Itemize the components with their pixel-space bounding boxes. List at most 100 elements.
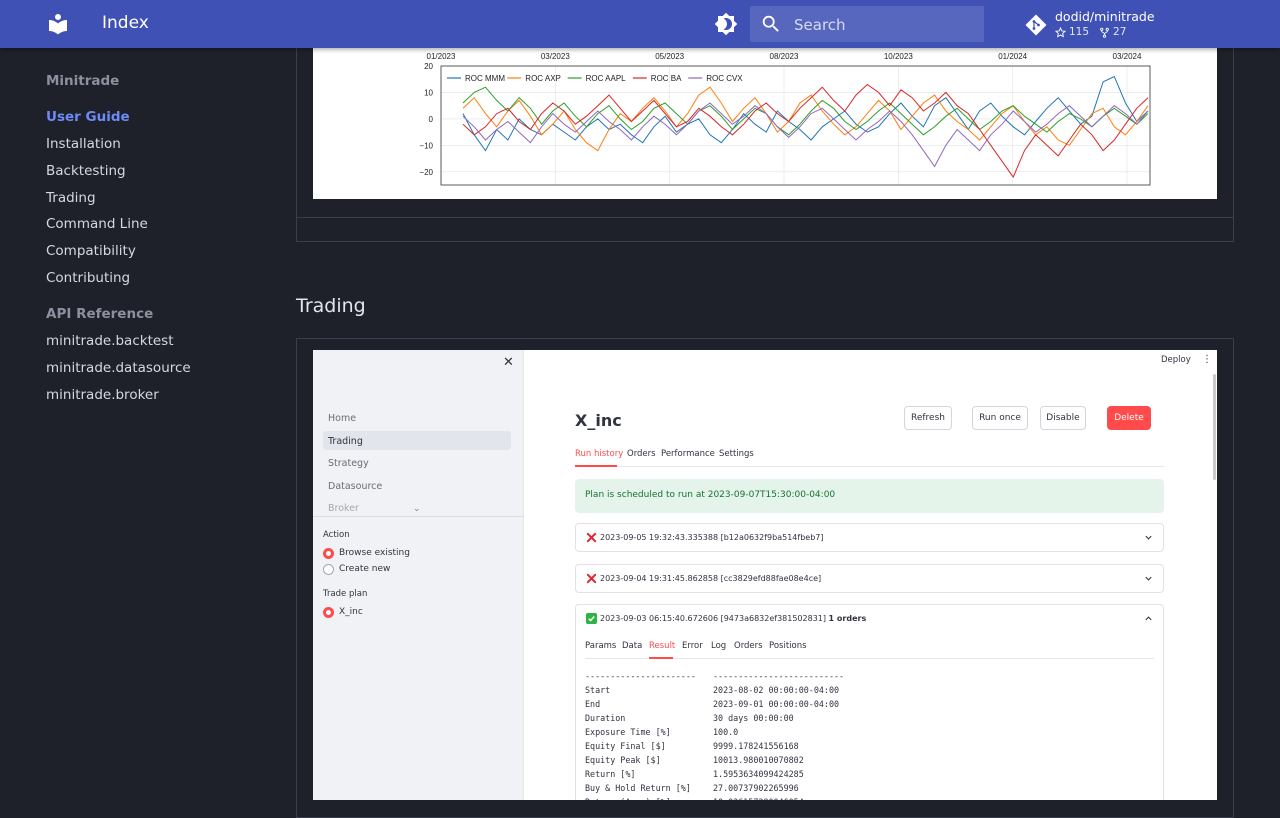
sidebar-item-installation[interactable]: Installation: [46, 136, 121, 152]
radio-browse-existing[interactable]: [323, 548, 334, 559]
run-label-2: 2023-09-04 19:31:45.862858 [cc3829efd88f…: [600, 574, 822, 583]
chevron-down-icon[interactable]: [1144, 574, 1153, 583]
nav-heading-api-reference: API Reference: [46, 306, 154, 322]
book-logo-icon[interactable]: [46, 12, 70, 36]
refresh-button[interactable]: Refresh: [904, 406, 952, 430]
x-tick-label: 03/2023: [541, 52, 570, 61]
app-nav-datasource[interactable]: Datasource: [328, 481, 382, 492]
sidebar-item-compatibility[interactable]: Compatibility: [46, 243, 136, 259]
run-label-3-text: 2023-09-03 06:15:40.672606 [9473a6832ef3…: [600, 614, 826, 623]
delete-button[interactable]: Delete: [1107, 406, 1151, 430]
sidebar-item-api-broker[interactable]: minitrade.broker: [46, 387, 159, 403]
run-expander-2[interactable]: 2023-09-04 19:31:45.862858 [cc3829efd88f…: [575, 564, 1164, 593]
run-label-1: 2023-09-05 19:32:43.335388 [b12a0632f9ba…: [600, 533, 824, 542]
chevron-up-icon[interactable]: [1144, 614, 1153, 623]
stat-value: 27.00737902265996: [713, 783, 799, 793]
app-nav-trading[interactable]: Trading: [328, 436, 363, 447]
x-tick-label: 05/2023: [655, 52, 684, 61]
stats-rule-right: --------------------------: [713, 671, 845, 681]
stat-value: 2023-08-02 00:00:00-04:00: [713, 685, 840, 695]
git-icon: [1025, 14, 1047, 36]
radio-label-x-inc[interactable]: X_inc: [339, 607, 363, 617]
run-expander-1[interactable]: 2023-09-05 19:32:43.335388 [b12a0632f9ba…: [575, 523, 1164, 552]
run-expander-3[interactable]: 2023-09-03 06:15:40.672606 [9473a6832ef3…: [575, 604, 1164, 800]
radio-trade-plan-x-inc[interactable]: [323, 607, 334, 618]
close-icon[interactable]: ✕: [503, 355, 514, 370]
result-tab-data[interactable]: Data: [622, 641, 642, 651]
sidebar-item-backtesting[interactable]: Backtesting: [46, 163, 126, 179]
chevron-down-icon[interactable]: [1144, 533, 1153, 542]
failed-cross-icon: [586, 532, 597, 543]
app-sidebar-divider: [313, 516, 524, 517]
tab-performance[interactable]: Performance: [661, 449, 715, 459]
stat-key: Exposure Time [%]: [585, 727, 671, 737]
star-icon: [1055, 26, 1066, 38]
tab-orders[interactable]: Orders: [627, 449, 656, 459]
stat-value: 1.5953634099424285: [713, 769, 804, 779]
result-tab-orders[interactable]: Orders: [734, 641, 763, 651]
radio-label-create[interactable]: Create new: [339, 564, 390, 574]
app-nav-home[interactable]: Home: [328, 413, 356, 424]
trading-app-screenshot: ✕ Home Trading Strategy Datasource Broke…: [313, 350, 1217, 800]
tab-run-history[interactable]: Run history: [575, 449, 623, 459]
schedule-alert: Plan is scheduled to run at 2023-09-07T1…: [575, 479, 1164, 513]
chevron-down-icon[interactable]: ⌄: [413, 504, 421, 514]
sidebar-item-api-backtest[interactable]: minitrade.backtest: [46, 333, 174, 349]
search-box[interactable]: Search: [750, 6, 984, 42]
site-title[interactable]: Index: [102, 13, 149, 33]
result-tab-underline: [649, 657, 673, 659]
kebab-menu-icon[interactable]: ⋮: [1202, 354, 1212, 365]
app-nav-strategy[interactable]: Strategy: [328, 458, 369, 469]
legend-label: ROC AAPL: [586, 74, 627, 83]
app-scrollbar[interactable]: [1213, 374, 1216, 480]
stat-key: Equity Peak [$]: [585, 755, 661, 765]
result-tab-params[interactable]: Params: [585, 641, 616, 651]
tab-settings[interactable]: Settings: [719, 449, 754, 459]
section-title-trading: Trading: [296, 295, 366, 317]
legend-label: ROC CVX: [706, 74, 743, 83]
y-tick-label: −20: [419, 168, 433, 177]
stat-value: 10013.980010070802: [713, 755, 804, 765]
result-tab-result[interactable]: Result: [649, 641, 675, 651]
y-tick-label: 0: [429, 115, 434, 124]
sidebar-item-api-datasource[interactable]: minitrade.datasource: [46, 360, 191, 376]
search-input[interactable]: Search: [794, 16, 846, 34]
star-count: 115: [1069, 26, 1090, 38]
sidebar-item-user-guide[interactable]: User Guide: [46, 109, 130, 125]
x-tick-label: 01/2024: [998, 52, 1027, 61]
x-tick-label: 08/2023: [770, 52, 799, 61]
run-label-3: 2023-09-03 06:15:40.672606 [9473a6832ef3…: [600, 614, 866, 623]
nav-heading-minitrade: Minitrade: [46, 73, 120, 89]
sidebar-item-trading[interactable]: Trading: [46, 190, 96, 206]
roc-line-chart: 01/2023 03/2023 05/2023 08/2023 10/2023 01/20…: [419, 52, 1151, 186]
tab-active-underline: [575, 465, 617, 467]
action-label: Action: [323, 530, 350, 540]
radio-create-new[interactable]: [323, 564, 334, 575]
fork-icon: [1100, 27, 1109, 38]
stat-key: Start: [585, 685, 611, 695]
stat-key: Duration: [585, 713, 626, 723]
stat-value: 9999.178241556168: [713, 741, 799, 751]
sidebar-item-command-line[interactable]: Command Line: [46, 216, 148, 232]
schedule-alert-text: Plan is scheduled to run at 2023-09-07T1…: [585, 490, 836, 500]
sidebar-item-contributing[interactable]: Contributing: [46, 270, 130, 286]
result-tab-log[interactable]: Log: [711, 641, 726, 651]
deploy-button[interactable]: Deploy: [1161, 355, 1191, 365]
plan-title: X_inc: [575, 411, 622, 430]
disable-button[interactable]: Disable: [1040, 406, 1086, 430]
result-tab-error[interactable]: Error: [682, 641, 703, 651]
repo-link[interactable]: dodid/minitrade 115 27: [1024, 8, 1244, 42]
theme-toggle-icon[interactable]: [714, 12, 738, 36]
stat-key: Buy & Hold Return [%]: [585, 783, 691, 793]
app-sidebar: ✕ Home Trading Strategy Datasource Broke…: [313, 350, 524, 800]
x-tick-label: 10/2023: [884, 52, 913, 61]
fork-count: 27: [1113, 26, 1127, 38]
stat-value: 30 days 00:00:00: [713, 713, 794, 723]
app-nav-broker[interactable]: Broker: [328, 503, 359, 514]
result-tab-positions[interactable]: Positions: [769, 641, 807, 651]
roc-chart-figure: 01/2023 03/2023 05/2023 08/2023 10/2023 01/20…: [313, 48, 1217, 199]
radio-label-browse[interactable]: Browse existing: [339, 548, 410, 558]
run-orders-count: 1 orders: [828, 614, 867, 623]
stat-key: Equity Final [$]: [585, 741, 666, 751]
run-once-button[interactable]: Run once: [972, 406, 1028, 430]
